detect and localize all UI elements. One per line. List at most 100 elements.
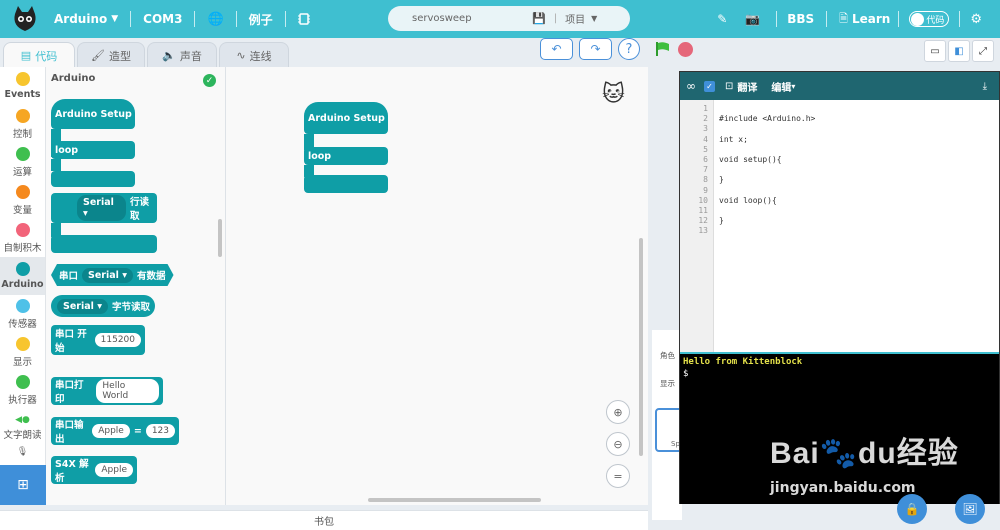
key-input[interactable]: Apple — [92, 424, 130, 438]
add-sprite-icon: 🖼 — [962, 502, 978, 516]
block-s4x-parse[interactable]: S4X 解析 Apple — [51, 456, 137, 484]
block-serial-output[interactable]: 串口输出 Apple = 123 — [51, 417, 179, 445]
add-sprite-button[interactable]: 🖼 — [955, 494, 985, 524]
block-serial-begin[interactable]: 串口 开始 115200 — [51, 325, 145, 355]
undo-button[interactable]: ↶ — [540, 38, 573, 60]
edit-menu[interactable]: 编辑 — [771, 79, 791, 94]
block-label: Arduino Setup — [308, 112, 385, 124]
category-control[interactable]: 控制 — [0, 105, 45, 143]
block-arduino-setup[interactable]: Arduino Setup — [51, 99, 135, 129]
category-label: 执行器 — [8, 394, 37, 406]
project-name-input[interactable]: servosweep — [412, 13, 532, 24]
category-dot — [15, 222, 30, 237]
console-prompt: $ — [683, 369, 689, 379]
category-extra[interactable]: 🎙 — [0, 447, 45, 461]
board-label: Arduino — [54, 12, 108, 26]
board-select[interactable]: Arduino ▼ — [54, 12, 118, 26]
code-icon: ▤ — [20, 49, 32, 62]
print-input[interactable]: Hello World — [96, 379, 159, 403]
kittenblock-logo — [14, 6, 36, 31]
tab-sounds[interactable]: 🔈 声音 — [147, 42, 217, 68]
upload-icon[interactable]: ⤓ — [983, 81, 987, 92]
redo-button[interactable]: ↷ — [579, 38, 612, 60]
fullscreen-button[interactable]: ⤢ — [972, 40, 994, 62]
zoom-out-button[interactable]: ⊖ — [606, 432, 630, 456]
block-serial-read-byte[interactable]: Serial ▾ 字节读取 — [51, 295, 155, 317]
category-operators[interactable]: 运算 — [0, 143, 45, 181]
device-button[interactable]: 🔒 — [897, 494, 927, 524]
block-serial-print[interactable]: 串口打印 Hello World — [51, 377, 163, 405]
workspace-block-loop[interactable]: loop — [304, 147, 388, 165]
serial-dropdown[interactable]: Serial ▾ — [82, 268, 133, 283]
project-menu[interactable]: 项目 — [565, 11, 585, 26]
value-input[interactable]: 123 — [145, 424, 175, 438]
baud-input[interactable]: 115200 — [94, 333, 141, 347]
divider — [826, 11, 828, 27]
globe-icon: 🌐 — [207, 11, 224, 27]
workspace-block-arduino-setup[interactable]: Arduino Setup — [304, 102, 388, 134]
help-button[interactable]: ? — [618, 38, 640, 60]
code-workspace[interactable]: Arduino Setup loop — [226, 67, 648, 505]
palette-scrollbar[interactable] — [218, 219, 222, 257]
learn-link[interactable]: Learn — [852, 12, 890, 26]
block-label: 有数据 — [137, 271, 166, 282]
sprite-label: 角色 — [660, 351, 675, 360]
category-menu: Events 控制 运算 变量 自制积木 Arduino 传感器 显示 执行器 … — [0, 67, 46, 505]
category-arduino[interactable]: Arduino — [0, 257, 45, 295]
workspace-vertical-scrollbar[interactable] — [639, 238, 643, 456]
backpack-bar[interactable]: 书包 — [0, 510, 648, 530]
s4x-input[interactable]: Apple — [95, 463, 133, 477]
microphone-icon: 🎙 — [16, 447, 29, 457]
block-loop[interactable]: loop — [51, 141, 135, 159]
board-chip-button[interactable] — [297, 12, 310, 26]
add-extension-button[interactable]: ⊞ — [0, 465, 46, 505]
category-text-to-speech[interactable]: ◀● 文字朗读 — [0, 409, 45, 447]
block-foot — [51, 171, 135, 187]
workspace-horizontal-scrollbar[interactable] — [368, 498, 541, 502]
tab-wiring[interactable]: ∿ 连线 — [219, 42, 289, 68]
device-icon: 🔒 — [904, 502, 920, 516]
serial-dropdown[interactable]: Serial ▾ — [57, 298, 108, 314]
category-actuators[interactable]: 执行器 — [0, 371, 45, 409]
block-serial-available[interactable]: 串口 Serial ▾ 有数据 — [51, 264, 174, 286]
save-icon[interactable]: 💾 — [532, 12, 546, 25]
category-variables[interactable]: 变量 — [0, 181, 45, 219]
line-number: 5 — [703, 144, 708, 154]
zoom-reset-button[interactable]: = — [606, 464, 630, 488]
serial-dropdown[interactable]: Serial ▾ — [77, 195, 126, 221]
chevron-down-icon: ▼ — [111, 14, 119, 24]
sprite-cat-icon: 🐱 — [602, 82, 625, 107]
block-serial-read-line[interactable]: Serial ▾ 行读取 — [51, 193, 157, 223]
line-number: 7 — [703, 165, 708, 175]
translate-button[interactable]: 翻译 — [737, 79, 757, 94]
category-display[interactable]: 显示 — [0, 333, 45, 371]
category-events[interactable]: Events — [0, 67, 45, 105]
tab-costumes[interactable]: 🖌 造型 — [77, 42, 145, 68]
gear-icon[interactable]: ⚙ — [970, 12, 982, 27]
tab-code[interactable]: ▤ 代码 — [3, 42, 75, 68]
pencil-icon[interactable]: ✎ — [717, 12, 727, 26]
small-stage-button[interactable]: ▭ — [924, 40, 946, 62]
sync-checkbox[interactable]: ✓ — [704, 80, 715, 92]
language-button[interactable]: 🌐 — [207, 12, 223, 27]
category-label: 文字朗读 — [3, 430, 42, 441]
category-label: 显示 — [12, 356, 32, 368]
zoom-in-button[interactable]: ⊕ — [606, 400, 630, 424]
port-select[interactable]: COM3 — [143, 12, 182, 26]
code-editor[interactable]: 1 2 #include <Arduino.h> 3 4 int x; 5 6 void set… — [680, 100, 999, 352]
bbs-link[interactable]: BBS — [787, 12, 814, 26]
large-stage-button[interactable]: ◧ — [948, 40, 970, 62]
code-toggle[interactable]: 代码 — [909, 11, 950, 27]
line-number: 12 — [698, 216, 708, 226]
show-label: 显示 — [660, 379, 675, 388]
category-my-blocks[interactable]: 自制积木 — [0, 219, 45, 257]
camera-icon[interactable]: 📷 — [745, 12, 760, 26]
add-extension-icon: ⊞ — [17, 477, 29, 493]
examples-button[interactable]: 例子 — [249, 11, 273, 28]
chip-icon — [297, 13, 310, 25]
stop-button[interactable] — [678, 42, 693, 57]
block-label: 行读取 — [129, 197, 149, 222]
green-flag-icon[interactable] — [655, 41, 671, 57]
watermark-url: jingyan.baidu.com — [770, 480, 916, 496]
category-sensors[interactable]: 传感器 — [0, 295, 45, 333]
